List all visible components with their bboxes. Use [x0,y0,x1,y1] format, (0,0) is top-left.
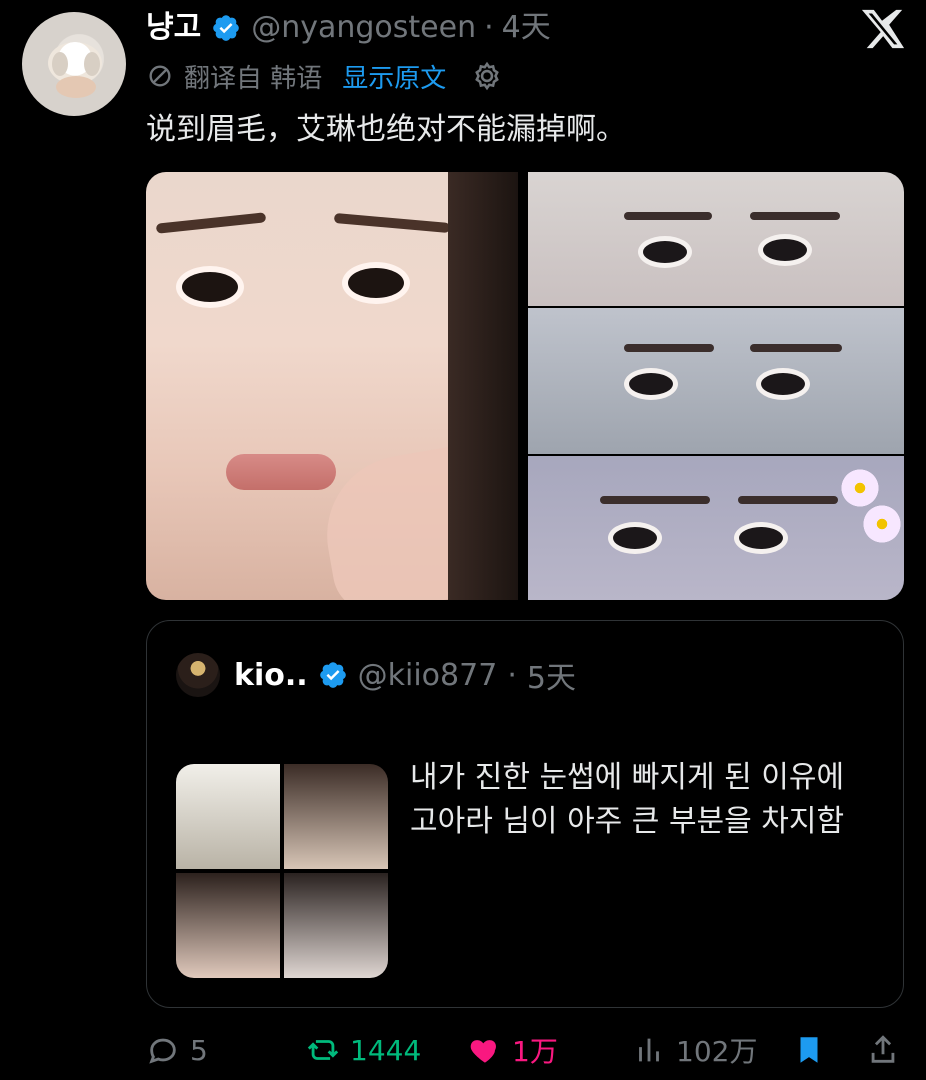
tweet-text: 说到眉毛，艾琳也绝对不能漏掉啊。 [146,112,626,147]
quote-text: 내가 진한 눈썹에 빠지게 된 이유에 고아라 님이 아주 큰 부분을 차지함 [410,756,890,844]
media-photo-middle-right[interactable] [528,308,904,454]
retweet-button[interactable]: 1444 [306,1026,421,1074]
bookmark-button[interactable] [792,1026,826,1074]
quote-photo-1[interactable] [176,764,280,869]
quote-photo-2[interactable] [284,764,388,869]
quote-media-grid[interactable] [176,764,388,978]
meta-dot: · [484,10,494,45]
retweet-icon [307,1040,339,1060]
handle-meta: @nyangosteen · 4天 [251,8,551,48]
brow-right [750,344,842,352]
quote-photo-3[interactable] [176,873,280,978]
eye-right [342,262,410,304]
quote-display-name[interactable]: kio.. [234,658,308,693]
lips [226,454,336,490]
brow-left [155,212,267,234]
verified-badge-icon [213,15,240,41]
media-photo-top-right[interactable] [528,172,904,306]
translated-from-label: 翻译自 韩语 [184,63,323,94]
eye-right [734,522,788,554]
media-photo-main[interactable] [146,172,538,600]
translation-row: 翻译自 韩语 显示原文 [146,56,504,96]
quote-photo-4[interactable] [284,873,388,978]
bookmark-icon [800,1037,818,1063]
avatar-hand [56,76,96,98]
share-icon [871,1035,895,1063]
eye-left [608,522,662,554]
media-photo-bottom-right[interactable] [528,456,904,600]
eye-left [638,236,692,268]
share-button[interactable] [866,1026,900,1074]
action-bar: 5 1444 1万 102万 [146,1026,906,1074]
flower [862,504,902,544]
quote-handle[interactable]: @kiio877 [358,658,498,693]
brow-left [624,212,712,220]
brow-right [750,212,840,220]
like-button[interactable]: 1万 [468,1026,558,1074]
views-icon [639,1038,659,1062]
x-logo-icon[interactable] [860,6,906,52]
flower [840,468,880,508]
translate-icon [149,65,171,87]
quote-text-line-1: 내가 진한 눈썹에 빠지게 된 이유에 [410,760,845,795]
display-name[interactable]: 냥고 [146,8,201,48]
brow-left [624,344,714,352]
retweet-count: 1444 [350,1033,422,1067]
eye-left [624,368,678,400]
heart-icon [470,1040,496,1063]
brow-right [738,496,838,504]
views-count: 102万 [676,1035,758,1068]
eye-right [756,368,810,400]
quote-header: kio.. @kiio877 · 5天 [176,652,576,698]
quote-timestamp[interactable]: 5天 [527,653,576,697]
like-count: 1万 [512,1035,558,1068]
brow-right [333,212,451,234]
views-button[interactable]: 102万 [632,1026,757,1074]
avatar-ear-right [84,52,100,76]
avatar-ear-left [52,52,68,76]
media-divider [518,172,528,600]
show-original-link[interactable]: 显示原文 [342,58,446,95]
eye-left [176,266,244,308]
quote-avatar[interactable] [176,653,220,697]
avatar[interactable] [22,12,126,116]
brow-left [600,496,710,504]
quote-meta-dot: · [507,657,517,693]
handle[interactable]: @nyangosteen [251,8,476,48]
tweet-header: 냥고 @nyangosteen · 4天 [146,8,551,48]
quote-text-line-2: 고아라 님이 아주 큰 부분을 차지함 [410,804,845,839]
media-grid[interactable] [146,172,904,600]
timestamp[interactable]: 4天 [502,8,551,48]
reply-count: 5 [190,1033,208,1067]
reply-button[interactable]: 5 [146,1026,208,1074]
hair [448,172,518,600]
eye-right [758,234,812,266]
gear-icon[interactable] [470,59,504,93]
verified-badge-icon [319,662,346,688]
reply-icon [149,1038,176,1064]
